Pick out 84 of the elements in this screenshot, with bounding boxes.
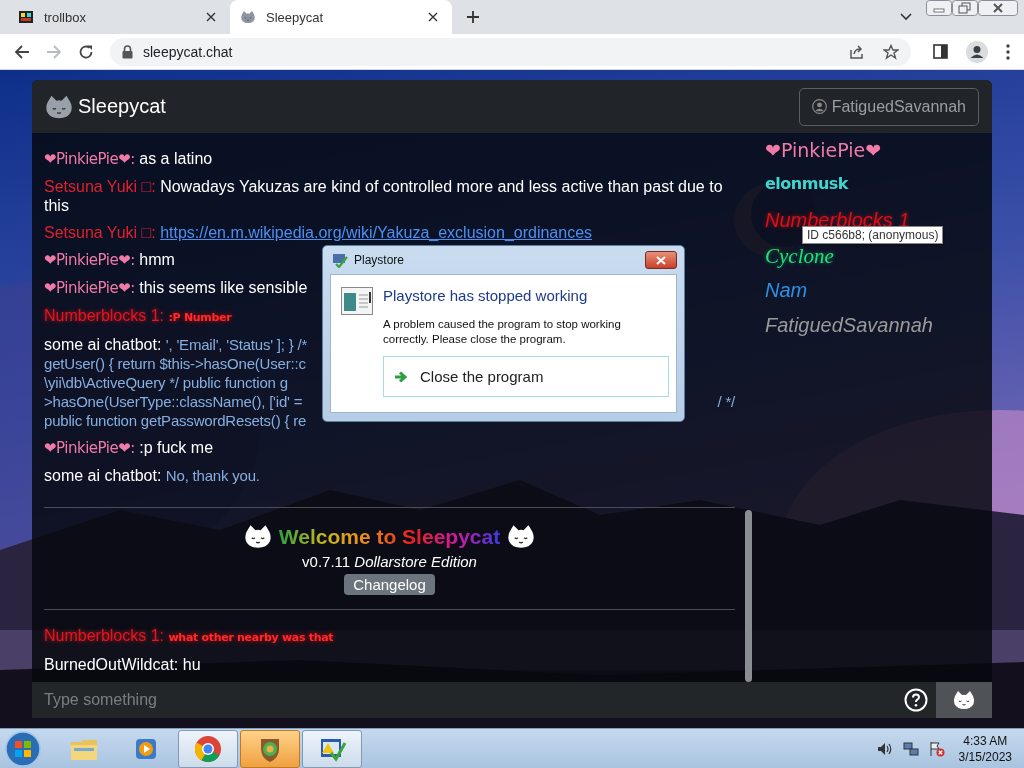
- cat-icon: [242, 524, 273, 549]
- message-text: hu: [182, 656, 201, 673]
- username[interactable]: BurnedOutWildcat:: [44, 656, 179, 673]
- cat-icon: [240, 9, 256, 25]
- username[interactable]: ❤PinkiePie❤:: [44, 439, 135, 457]
- message-text: getUser() { return $this->hasOne(User::c: [44, 355, 306, 372]
- message-text: :p fuck me: [139, 439, 214, 456]
- start-button[interactable]: [4, 729, 42, 768]
- taskbar-button[interactable]: [178, 729, 238, 768]
- message-text: as a latino: [139, 150, 213, 167]
- username[interactable]: Numberblocks 1:: [44, 307, 165, 324]
- cat-logo-icon: [44, 93, 74, 120]
- close-button[interactable]: [645, 251, 677, 269]
- cat-icon: [952, 690, 976, 710]
- changelog-button[interactable]: Changelog: [344, 574, 435, 595]
- username[interactable]: Numberblocks 1:: [44, 627, 165, 644]
- clock-time[interactable]: 4:33 AM: [958, 732, 1012, 749]
- message-input[interactable]: Type something: [32, 682, 936, 718]
- taskbar-button[interactable]: [240, 729, 300, 768]
- close-icon[interactable]: [428, 12, 438, 22]
- user-list-item[interactable]: ❤PinkiePie❤: [765, 139, 882, 161]
- send-button[interactable]: [936, 682, 992, 718]
- star-icon[interactable]: [883, 43, 899, 60]
- cat-icon: [506, 524, 537, 549]
- lock-icon: [122, 44, 133, 59]
- dialog-heading: Playstore has stopped working: [383, 287, 589, 304]
- url-text[interactable]: sleepycat.chat: [143, 43, 233, 60]
- taskbar-button[interactable]: [302, 729, 362, 768]
- username[interactable]: Setsuna Yuki □:: [44, 224, 156, 241]
- scrollbar-thumb[interactable]: [745, 510, 752, 682]
- arrow-right-icon: [394, 370, 408, 383]
- reload-icon[interactable]: [78, 43, 94, 60]
- app-icon: [18, 9, 34, 25]
- message-text: this: [44, 197, 69, 214]
- message-text: this seems like sensible: [139, 279, 308, 296]
- help-icon[interactable]: [904, 688, 928, 712]
- message-text: what other nearby was that: [168, 631, 334, 644]
- username[interactable]: Setsuna Yuki □:: [44, 178, 156, 195]
- sidebar-icon[interactable]: [933, 44, 948, 59]
- user-list-item[interactable]: FatiguedSavannah: [765, 314, 933, 336]
- restore-icon[interactable]: [952, 0, 978, 16]
- username[interactable]: some ai chatbot:: [44, 467, 162, 484]
- username[interactable]: some ai chatbot:: [44, 336, 162, 353]
- close-icon[interactable]: [206, 12, 216, 22]
- version-text: v0.7.11 Dollarstore Edition: [302, 553, 477, 570]
- tooltip: ID c566b8; (anonymous): [802, 226, 944, 244]
- new-tab-icon[interactable]: [466, 10, 480, 24]
- window-title: Playstore: [354, 253, 405, 267]
- message-text: hmm: [139, 251, 175, 268]
- program-window-icon: [341, 287, 373, 315]
- chevron-down-icon[interactable]: [900, 13, 912, 21]
- dialog-message: A problem caused the program to stop working correctly. Please close the program.: [383, 317, 622, 347]
- close-program-button[interactable]: Close the program: [383, 356, 669, 397]
- user-button[interactable]: FatiguedSavannah: [798, 87, 979, 126]
- profile-icon[interactable]: [966, 40, 988, 63]
- user-icon: [811, 99, 827, 114]
- user-list-item[interactable]: Nam: [765, 279, 808, 301]
- message-text: :P Number: [168, 311, 232, 324]
- username[interactable]: ❤PinkiePie❤:: [44, 279, 135, 297]
- menu-icon[interactable]: [1006, 43, 1010, 60]
- close-icon[interactable]: [978, 0, 1018, 16]
- back-icon[interactable]: [14, 43, 30, 60]
- message-link[interactable]: https://en.m.wikipedia.org/wiki/Yakuza_exclusion_ordinances: [160, 224, 593, 241]
- app-title: Sleepycat: [78, 95, 166, 118]
- minimize-icon[interactable]: [926, 0, 952, 16]
- flag-alert-icon[interactable]: [928, 740, 945, 757]
- message-text: >hasOne(UserType::className(), ['id' =: [44, 392, 303, 411]
- username[interactable]: ❤PinkiePie❤:: [44, 251, 135, 269]
- username[interactable]: ❤PinkiePie❤:: [44, 150, 135, 168]
- share-icon[interactable]: [849, 43, 865, 60]
- user-list-item[interactable]: Cyclone: [765, 244, 834, 268]
- network-icon[interactable]: [902, 740, 919, 757]
- message-text: \yii\db\ActiveQuery */ public function g: [44, 374, 288, 391]
- message-text: public function getPasswordResets() { re: [44, 412, 307, 429]
- clock-date[interactable]: 3/15/2023: [958, 748, 1012, 765]
- message-text: / */: [717, 392, 735, 411]
- app-icon: [332, 252, 348, 268]
- message-text: Nowadays Yakuzas are kind of controlled more and less active than past due to: [160, 178, 723, 195]
- message-text: ', 'Email', 'Status' ]; } /*: [165, 336, 308, 353]
- close-icon: [656, 255, 666, 265]
- browser-tab[interactable]: trollbox: [8, 0, 230, 34]
- browser-tab[interactable]: Sleepycat: [230, 0, 452, 34]
- user-list-item[interactable]: elonmusk: [765, 174, 848, 193]
- message-text: No, thank you.: [165, 467, 260, 484]
